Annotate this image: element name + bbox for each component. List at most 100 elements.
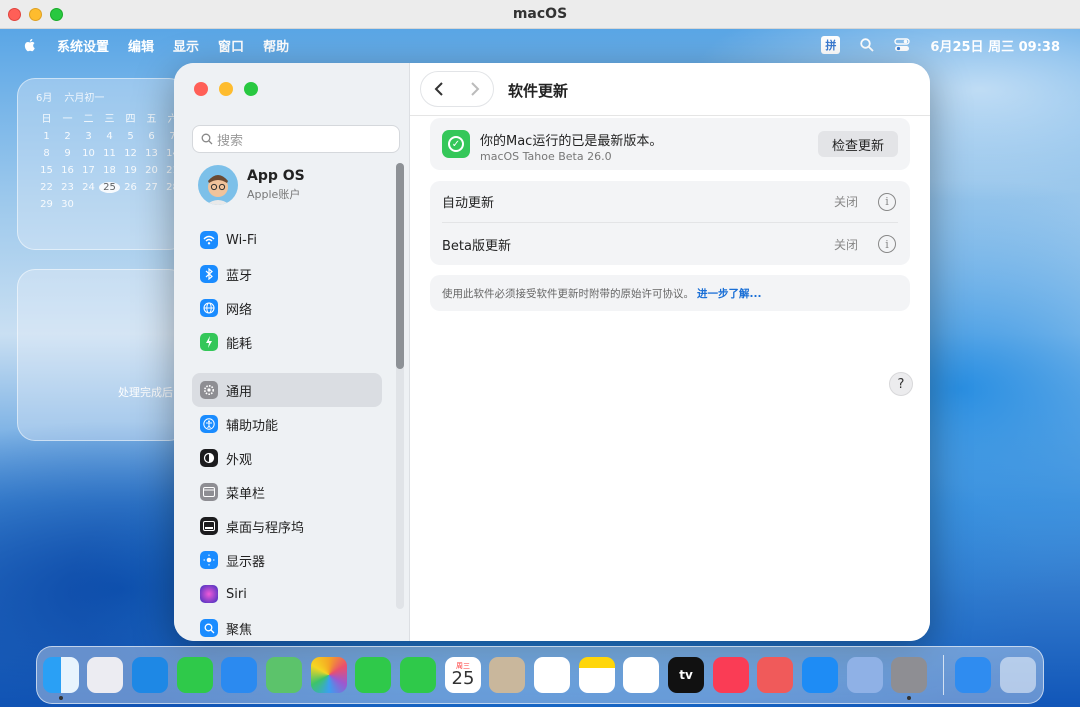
apple-account[interactable]: App OS Apple账户 <box>198 165 305 205</box>
calendar-week-row: 15 16 17 18 19 20 21 <box>36 165 186 176</box>
info-icon[interactable]: i <box>878 235 896 253</box>
control-center-icon[interactable] <box>894 38 911 52</box>
search-input[interactable]: 搜索 <box>192 125 400 153</box>
avatar <box>198 165 238 205</box>
learn-more-link[interactable]: 进一步了解... <box>697 286 761 301</box>
check-updates-button[interactable]: 检查更新 <box>818 131 898 157</box>
sidebar-item-spotlight[interactable]: 聚焦 <box>192 611 382 641</box>
zoom-button[interactable] <box>244 82 258 96</box>
facetime-icon[interactable] <box>355 657 391 693</box>
sidebar-item-network[interactable]: 网络 <box>192 291 382 325</box>
calendar-day: 15 <box>40 165 53 176</box>
option-label: 自动更新 <box>442 196 495 211</box>
account-name: App OS <box>247 168 305 184</box>
dock-calendar-day: 25 <box>451 667 475 689</box>
scrollbar-thumb[interactable] <box>396 163 404 369</box>
calendar-day: 13 <box>145 148 158 159</box>
calendar-day: 23 <box>61 182 74 193</box>
calendar-widget[interactable]: 6月 六月初一 日一二三四五六 1234567 8 9 10 11 12 13 14 15 16… <box>17 78 187 250</box>
launchpad-icon[interactable] <box>87 657 123 693</box>
sidebar-item-desktop-dock[interactable]: 桌面与程序坞 <box>192 509 382 543</box>
search-icon[interactable] <box>860 38 875 52</box>
app-store-icon[interactable] <box>802 657 838 693</box>
window-title: macOS <box>512 6 568 22</box>
iphone-mirroring-icon[interactable] <box>847 657 883 693</box>
beta-update-row[interactable]: Beta版更新 关闭 i <box>442 223 898 265</box>
sidebar-item-bluetooth[interactable]: 蓝牙 <box>192 257 382 291</box>
messages-icon[interactable] <box>177 657 213 693</box>
help-button[interactable]: ? <box>889 372 913 396</box>
calendar-day: 24 <box>82 182 95 193</box>
folder-icon[interactable] <box>955 657 991 693</box>
sidebar-item-label: 辅助功能 <box>226 418 279 434</box>
mail-icon[interactable] <box>221 657 257 693</box>
contacts-icon[interactable] <box>489 657 525 693</box>
info-icon[interactable]: i <box>878 192 896 211</box>
system-settings-icon[interactable] <box>891 657 927 693</box>
dock-divider <box>943 655 944 695</box>
sidebar-item-menubar[interactable]: 菜单栏 <box>192 475 382 509</box>
sidebar: 搜索 App OS Apple账户 Wi-Fi 蓝牙 网络 能耗 通用 辅助功能… <box>174 63 410 641</box>
calendar-day: 18 <box>103 165 116 176</box>
close-button[interactable] <box>194 82 208 96</box>
music-icon[interactable] <box>713 657 749 693</box>
checkmark-icon: ✓ <box>442 130 470 158</box>
calendar-day: 4 <box>106 131 113 142</box>
back-button[interactable] <box>421 72 457 106</box>
safari-icon[interactable] <box>132 657 168 693</box>
photo-widget[interactable]: 处理完成后 <box>17 269 187 441</box>
sidebar-item-appearance[interactable]: 外观 <box>192 441 382 475</box>
sidebar-item-label: 菜单栏 <box>226 486 266 502</box>
menubar-clock[interactable]: 6月25日 周三 09:38 <box>930 36 1060 55</box>
sidebar-item-wifi[interactable]: Wi-Fi <box>192 223 382 257</box>
outer-title-bar: macOS <box>0 0 1080 29</box>
sidebar-item-label: 通用 <box>226 384 253 400</box>
weekday-label: 三 <box>104 114 115 125</box>
phone-icon[interactable] <box>400 657 436 693</box>
trash-icon[interactable] <box>1000 657 1036 693</box>
calendar-day: 26 <box>124 182 137 193</box>
main-content: 软件更新 ✓ 你的Mac运行的已是最新版本。 macOS Tahoe Beta … <box>410 63 930 641</box>
notes-icon[interactable] <box>579 657 615 693</box>
calendar-icon[interactable]: 周三 25 <box>445 657 481 693</box>
freeform-icon[interactable] <box>623 657 659 693</box>
forward-button[interactable] <box>457 72 493 106</box>
photos-icon[interactable] <box>311 657 347 693</box>
sidebar-item-general[interactable]: 通用 <box>192 373 382 407</box>
maps-icon[interactable] <box>266 657 302 693</box>
sidebar-scrollbar[interactable] <box>396 163 404 609</box>
license-text: 使用此软件必须接受软件更新时附带的原始许可协议。 <box>442 287 694 300</box>
apple-logo-icon[interactable] <box>22 37 38 53</box>
globe-icon <box>200 299 218 317</box>
auto-update-row[interactable]: 自动更新 关闭 i <box>442 181 898 223</box>
calendar-week-row: 22 23 24 25 26 27 28 <box>36 182 186 193</box>
sidebar-item-accessibility[interactable]: 辅助功能 <box>192 407 382 441</box>
calendar-day: 22 <box>40 182 53 193</box>
sidebar-item-siri[interactable]: Siri <box>192 577 382 611</box>
finder-icon[interactable] <box>43 657 79 693</box>
menu-help[interactable]: 帮助 <box>263 36 289 55</box>
menu-window[interactable]: 窗口 <box>218 36 244 55</box>
bluetooth-icon <box>200 265 218 283</box>
chevron-left-icon <box>434 82 443 96</box>
minimize-button[interactable] <box>219 82 233 96</box>
calendar-day: 2 <box>64 131 71 142</box>
os-version: macOS Tahoe Beta 26.0 <box>480 150 612 163</box>
calendar-day: 30 <box>61 199 74 210</box>
spotlight-icon <box>200 619 218 637</box>
input-method-indicator[interactable]: 拼 <box>821 36 841 54</box>
menu-system-settings[interactable]: 系统设置 <box>57 36 109 55</box>
menubar-status-area: 拼 6月25日 周三 09:38 <box>821 29 1060 61</box>
rocket-icon[interactable] <box>757 657 793 693</box>
menu-edit[interactable]: 编辑 <box>128 36 154 55</box>
toolbar-divider <box>410 115 930 116</box>
sidebar-item-label: 聚焦 <box>226 622 253 638</box>
nav-buttons <box>420 71 494 107</box>
menu-view[interactable]: 显示 <box>173 36 199 55</box>
sidebar-item-displays[interactable]: 显示器 <box>192 543 382 577</box>
sidebar-item-energy[interactable]: 能耗 <box>192 325 382 359</box>
accessibility-icon <box>200 415 218 433</box>
reminders-icon[interactable] <box>534 657 570 693</box>
calendar-weekday-row: 日一二三四五六 <box>36 110 186 125</box>
tv-icon[interactable]: tv <box>668 657 704 693</box>
